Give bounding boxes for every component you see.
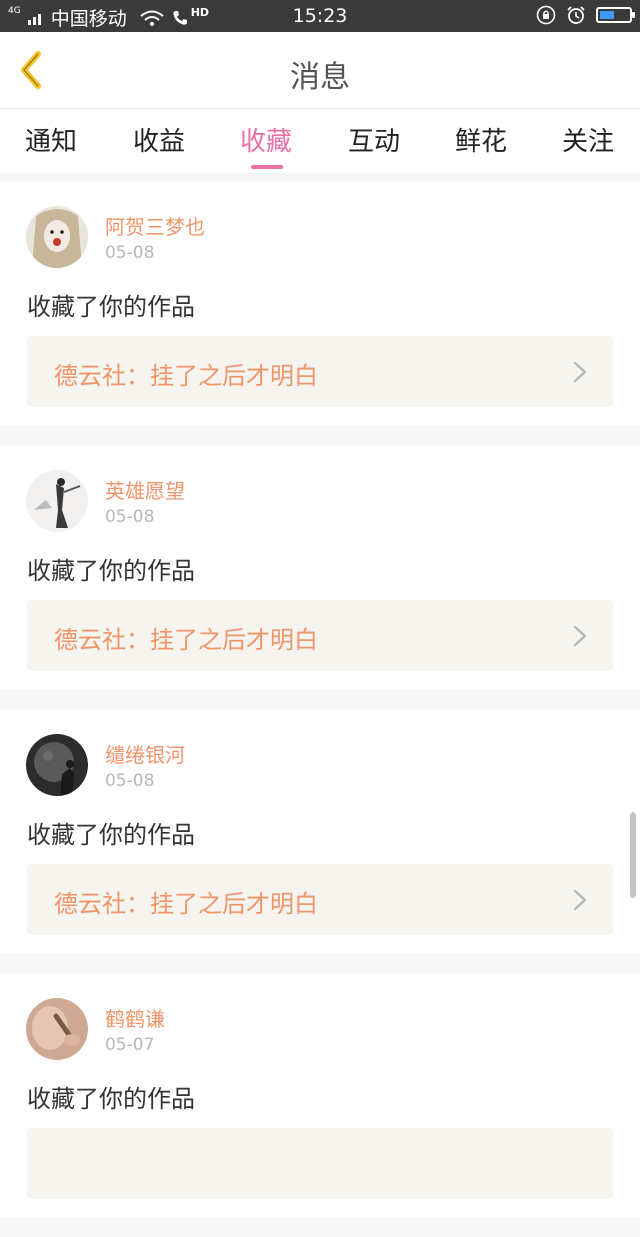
- tab-favorites[interactable]: 收藏: [221, 121, 311, 169]
- date: 05-07: [105, 1035, 155, 1055]
- chevron-right-icon: [573, 889, 587, 911]
- tab-active-indicator: [251, 165, 283, 169]
- tab-notifications[interactable]: 通知: [6, 121, 96, 169]
- tab-earnings[interactable]: 收益: [114, 121, 204, 169]
- chevron-right-icon: [573, 361, 587, 383]
- tab-label: 互动: [347, 127, 400, 157]
- work-link[interactable]: 德云社：挂了之后才明白: [27, 336, 613, 407]
- tab-interactions[interactable]: 互动: [329, 121, 419, 169]
- avatar[interactable]: [26, 734, 88, 796]
- tab-following[interactable]: 关注: [543, 121, 633, 169]
- avatar[interactable]: [26, 998, 88, 1060]
- battery-level-fill: [600, 11, 614, 19]
- username[interactable]: 英雄愿望: [105, 475, 185, 504]
- work-title: 德云社：挂了之后才明白: [54, 890, 318, 918]
- list-item: 英雄愿望 05-08 收藏了你的作品 德云社：挂了之后才明白: [0, 445, 640, 690]
- action-text: 收藏了你的作品: [27, 557, 195, 585]
- action-text: 收藏了你的作品: [27, 1085, 195, 1113]
- alarm-clock-icon: [567, 6, 585, 24]
- avatar[interactable]: [26, 206, 88, 268]
- list-item: 鹤鹤谦 05-07 收藏了你的作品: [0, 973, 640, 1218]
- work-link[interactable]: 德云社：挂了之后才明白: [27, 600, 613, 671]
- date: 05-08: [105, 771, 155, 791]
- work-title: 德云社：挂了之后才明白: [54, 626, 318, 654]
- tab-bar: 通知 收益 收藏 互动 鲜花 关注: [0, 109, 640, 173]
- action-text: 收藏了你的作品: [27, 821, 195, 849]
- list-item: 缱绻银河 05-08 收藏了你的作品 德云社：挂了之后才明白: [0, 709, 640, 954]
- battery-icon: [596, 7, 635, 23]
- tab-label: 鲜花: [454, 127, 507, 157]
- message-list: 阿贺三梦也 05-08 收藏了你的作品 德云社：挂了之后才明白 英雄愿望 05-…: [0, 181, 640, 1237]
- page-title: 消息: [290, 60, 350, 95]
- scrollbar[interactable]: [630, 812, 636, 898]
- status-right: [536, 5, 635, 25]
- work-title: 德云社：挂了之后才明白: [54, 362, 318, 390]
- chevron-right-icon: [573, 625, 587, 647]
- username[interactable]: 阿贺三梦也: [105, 211, 205, 240]
- tab-label: 关注: [561, 127, 614, 157]
- list-item: 阿贺三梦也 05-08 收藏了你的作品 德云社：挂了之后才明白: [0, 181, 640, 426]
- date: 05-08: [105, 507, 155, 527]
- username[interactable]: 缱绻银河: [105, 739, 185, 768]
- action-text: 收藏了你的作品: [27, 293, 195, 321]
- tab-label: 通知: [24, 127, 77, 157]
- tab-label: 收藏: [239, 127, 292, 157]
- tab-label: 收益: [132, 127, 185, 157]
- work-link[interactable]: [27, 1128, 613, 1199]
- tab-flowers[interactable]: 鲜花: [436, 121, 526, 169]
- rotation-lock-icon: [536, 5, 556, 25]
- navigation-header: 消息: [0, 32, 640, 109]
- date: 05-08: [105, 243, 155, 263]
- username[interactable]: 鹤鹤谦: [105, 1003, 165, 1032]
- work-link[interactable]: 德云社：挂了之后才明白: [27, 864, 613, 935]
- status-bar: 4G 中国移动 HD 15:23: [0, 0, 640, 32]
- avatar[interactable]: [26, 470, 88, 532]
